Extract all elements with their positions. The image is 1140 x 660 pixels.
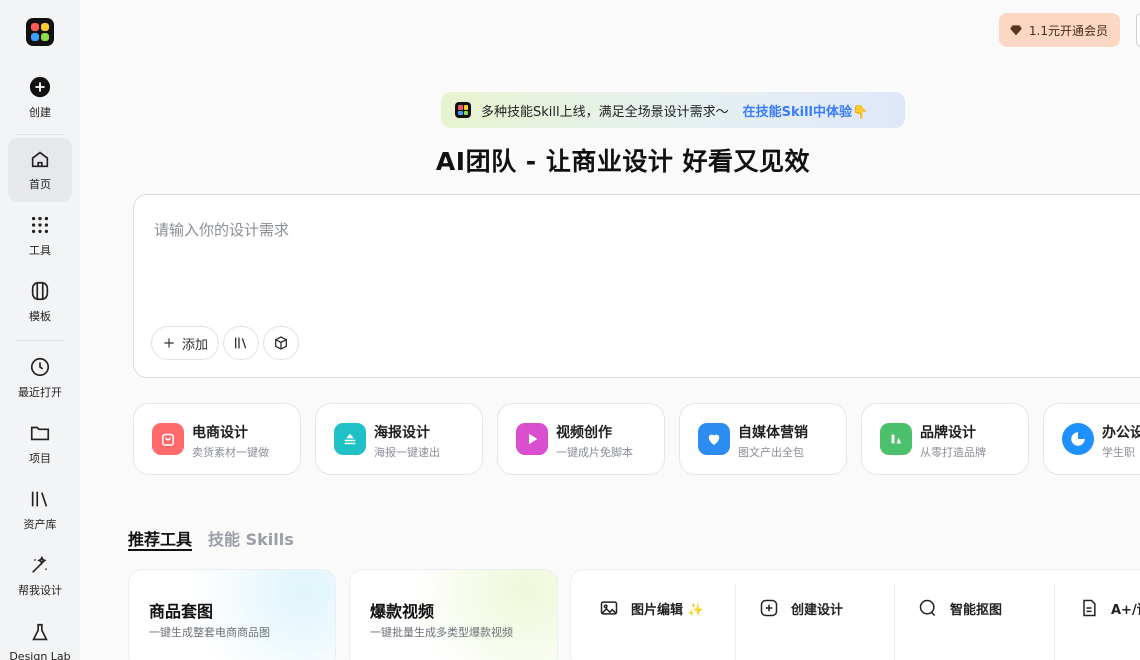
- category-office[interactable]: 办公设 学生职: [1043, 403, 1140, 475]
- 3d-box-button[interactable]: [263, 326, 299, 360]
- tool-card-viral-video[interactable]: 爆款视频 一键批量生成多类型爆款视频: [349, 569, 558, 660]
- tool-divider: [735, 584, 736, 660]
- sidebar: 创建 首页 工具 模板 最近打开 项目 资产库 帮我设计 Design Lab: [0, 0, 80, 660]
- design-input-box[interactable]: 请输入你的设计需求 添加: [133, 194, 1140, 378]
- category-subtitle: 学生职: [1102, 446, 1135, 459]
- tool-label: 智能抠图: [950, 602, 1003, 618]
- poster-icon: [334, 423, 366, 455]
- add-button[interactable]: 添加: [151, 326, 219, 360]
- tab-active-indicator: [128, 549, 192, 551]
- tab-skills[interactable]: 技能 Skills: [208, 526, 294, 550]
- add-label: 添加: [181, 337, 208, 353]
- tool-smart-cutout[interactable]: 智能抠图: [918, 598, 1002, 618]
- plus-square-icon: [760, 599, 778, 617]
- sidebar-item-label: 帮我设计: [18, 584, 62, 597]
- sidebar-item-label: 创建: [29, 106, 51, 119]
- sidebar-item-assets[interactable]: 资产库: [8, 478, 72, 542]
- app-logo[interactable]: [26, 18, 54, 46]
- category-poster[interactable]: 海报设计 海报一键速出: [315, 403, 483, 475]
- sidebar-divider: [16, 340, 64, 341]
- sidebar-item-label: 工具: [29, 244, 51, 257]
- tool-card-subtitle: 一键生成整套电商商品图: [149, 626, 270, 639]
- brand-icon: [880, 423, 912, 455]
- sidebar-item-label: Design Lab: [9, 649, 71, 660]
- tab-recommended-tools[interactable]: 推荐工具: [128, 526, 192, 550]
- main-area: 1.1元开通会员 多种技能Skill上线，满足全场景设计需求〜 在技能Skill…: [80, 0, 1140, 660]
- sidebar-item-recent[interactable]: 最近打开: [8, 346, 72, 410]
- clock-icon: [30, 357, 50, 377]
- folder-icon: [30, 426, 50, 441]
- category-subtitle: 一键成片免脚本: [556, 446, 633, 459]
- category-title: 品牌设计: [920, 425, 976, 441]
- banner-text: 多种技能Skill上线，满足全场景设计需求〜: [481, 104, 729, 120]
- sidebar-item-label: 模板: [29, 310, 51, 323]
- pie-chart-icon: [1062, 423, 1094, 455]
- category-subtitle: 图文产出全包: [738, 446, 804, 459]
- tool-label: 创建设计: [791, 602, 844, 618]
- category-ecommerce[interactable]: 电商设计 卖货素材一键做: [133, 403, 301, 475]
- grid-dots-icon: [31, 216, 49, 234]
- flask-icon: [32, 623, 48, 640]
- sidebar-divider: [16, 134, 64, 135]
- tool-label: 图片编辑 ✨: [631, 602, 704, 618]
- category-title: 自媒体营销: [738, 425, 808, 441]
- category-title: 电商设计: [192, 425, 248, 441]
- tool-a-plus-detail[interactable]: A+/详: [1079, 598, 1140, 618]
- library-icon: [235, 337, 247, 349]
- library-button[interactable]: [223, 326, 259, 360]
- document-icon: [1083, 599, 1096, 617]
- category-subtitle: 海报一键速出: [374, 446, 440, 459]
- vip-button[interactable]: 1.1元开通会员: [998, 13, 1120, 47]
- category-social-media[interactable]: 自媒体营销 图文产出全包: [679, 403, 847, 475]
- plus-icon: [164, 338, 174, 348]
- tool-image-edit[interactable]: 图片编辑 ✨: [599, 598, 704, 618]
- sidebar-item-help-design[interactable]: 帮我设计: [8, 544, 72, 608]
- vip-label: 1.1元开通会员: [1028, 23, 1108, 38]
- sidebar-item-label: 最近打开: [18, 386, 62, 399]
- design-input-placeholder[interactable]: 请输入你的设计需求: [154, 219, 289, 240]
- tool-card-title: 商品套图: [149, 602, 214, 621]
- header-partial-button[interactable]: [1136, 13, 1140, 47]
- home-icon: [31, 151, 49, 168]
- sidebar-item-home[interactable]: 首页: [8, 138, 72, 202]
- tool-create-design[interactable]: 创建设计: [759, 598, 843, 618]
- tool-divider: [894, 584, 895, 660]
- category-brand[interactable]: 品牌设计 从零打造品牌: [861, 403, 1029, 475]
- skill-logo-icon: [455, 102, 471, 118]
- category-title: 办公设: [1102, 425, 1140, 441]
- play-icon: [516, 423, 548, 455]
- sidebar-item-projects[interactable]: 项目: [8, 412, 72, 476]
- sidebar-item-design-lab[interactable]: Design Lab: [8, 610, 72, 660]
- quick-tools-panel: 图片编辑 ✨ 创建设计 智能抠图 A+/详: [570, 569, 1140, 660]
- diamond-icon: [1010, 25, 1022, 36]
- cube-icon: [275, 336, 287, 350]
- category-subtitle: 从零打造品牌: [920, 446, 986, 459]
- plus-circle-icon: [29, 76, 51, 98]
- sidebar-item-tools[interactable]: 工具: [8, 204, 72, 268]
- sidebar-item-create[interactable]: 创建: [8, 66, 72, 130]
- tool-card-product-set[interactable]: 商品套图 一键生成整套电商商品图: [128, 569, 336, 660]
- tool-label: A+/详: [1111, 602, 1140, 618]
- tool-card-subtitle: 一键批量生成多类型爆款视频: [370, 626, 513, 639]
- sidebar-item-templates[interactable]: 模板: [8, 270, 72, 334]
- category-subtitle: 卖货素材一键做: [192, 446, 269, 459]
- image-edit-icon: [600, 601, 618, 615]
- announcement-banner[interactable]: 多种技能Skill上线，满足全场景设计需求〜 在技能Skill中体验👇: [441, 92, 905, 128]
- tool-card-title: 爆款视频: [370, 602, 435, 621]
- magic-wand-icon: [32, 555, 48, 573]
- template-icon: [31, 281, 49, 301]
- sidebar-item-label: 项目: [29, 452, 51, 465]
- sidebar-item-label: 首页: [29, 178, 51, 191]
- tool-divider: [1054, 584, 1055, 660]
- page-headline: AI团队 - 让商业设计 好看又见效: [435, 147, 811, 176]
- category-title: 海报设计: [374, 425, 430, 441]
- sidebar-item-label: 资产库: [23, 518, 57, 531]
- category-title: 视频创作: [556, 425, 612, 441]
- category-video[interactable]: 视频创作 一键成片免脚本: [497, 403, 665, 475]
- cutout-icon: [919, 599, 936, 617]
- shopping-bag-icon: [152, 423, 184, 455]
- heart-chat-icon: [698, 423, 730, 455]
- library-icon: [31, 491, 48, 507]
- banner-link[interactable]: 在技能Skill中体验👇: [743, 101, 869, 120]
